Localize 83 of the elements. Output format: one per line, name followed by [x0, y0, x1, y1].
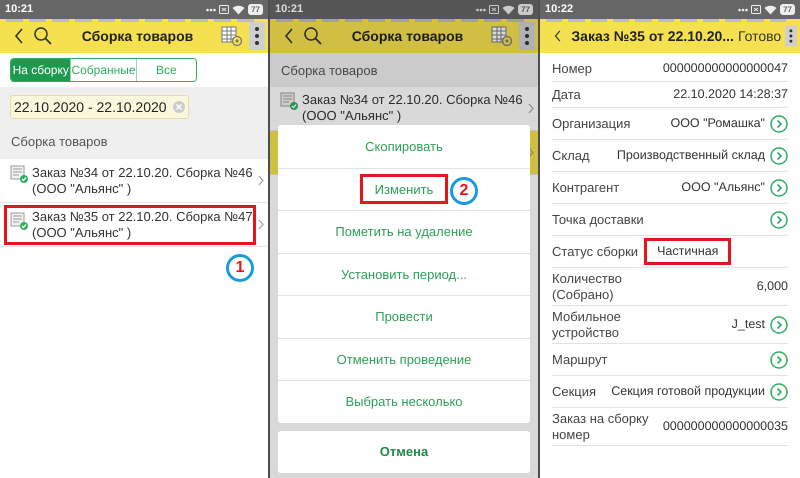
list-row[interactable]: Заказ №35 от 22.10.20. Сборка №47 (ООО "Альянс" ) [0, 203, 268, 247]
screen-title: Заказ №35 от 22.10.20... [571, 26, 734, 46]
menu-item[interactable]: Изменить [360, 174, 448, 204]
field-value: ООО "Альянс" [681, 179, 765, 196]
clock: 10:21 [5, 2, 34, 18]
field-value: 6,000 [756, 278, 788, 296]
clock: 10:22 [545, 2, 574, 18]
step-badge: 2 [450, 176, 478, 204]
field-value: J_test [732, 316, 765, 334]
menu-item[interactable]: Скопировать [361, 136, 447, 156]
document-icon [280, 92, 299, 111]
list-item-title: Заказ №35 от 22.10.20. Сборка №47 (ООО "Альянс" ) [32, 208, 253, 240]
battery-icon: 77 [780, 4, 795, 15]
clock: 10:21 [275, 2, 304, 18]
wifi-icon [764, 4, 778, 14]
chevron-icon [258, 175, 264, 186]
open-icon[interactable] [770, 178, 788, 196]
field-label: Мобильное устройство [552, 308, 622, 340]
menu-item[interactable]: Установить период... [337, 264, 471, 284]
menu-item[interactable]: Отменить проведение [332, 350, 476, 369]
more-icon[interactable] [519, 22, 535, 50]
back-icon[interactable] [14, 28, 24, 44]
field-label: Статус сборки [552, 244, 638, 260]
more-icon[interactable] [249, 22, 265, 50]
field-value: 000000000000000035 [662, 418, 788, 436]
dots-icon [206, 8, 216, 12]
open-icon[interactable] [770, 316, 788, 334]
back-icon[interactable] [284, 28, 294, 44]
field-value: 000000000000000047 [662, 60, 788, 78]
field-label: Секция [552, 384, 596, 400]
field-label: Точка доставки [552, 212, 644, 228]
table-settings-icon[interactable] [491, 25, 513, 47]
field-value: ООО "Ромашка" [670, 115, 765, 132]
cancel-button[interactable]: Отмена [278, 430, 530, 472]
table-settings-icon[interactable] [221, 25, 243, 47]
search-icon[interactable] [34, 27, 52, 45]
chevron-icon [258, 219, 264, 230]
field-label: Номер [552, 60, 592, 76]
date-range-field[interactable]: 22.10.2020 - 22.10.2020 [10, 95, 189, 119]
menu-item[interactable]: Пометить на удаление [331, 222, 477, 242]
field-label: Количество (Собрано) [552, 270, 623, 302]
screen-title: Сборка товаров [80, 26, 194, 46]
open-icon[interactable] [770, 146, 788, 164]
document-icon [10, 212, 29, 230]
done-button[interactable]: Готово [734, 26, 786, 46]
field-value: Частичная [644, 238, 732, 265]
open-icon[interactable] [770, 350, 788, 368]
wifi-icon [502, 4, 516, 14]
wifi-icon [232, 4, 246, 14]
battery-icon: 77 [248, 4, 263, 15]
filter-tab[interactable]: На сборку [11, 59, 70, 81]
list-item-title: Заказ №34 от 22.10.20. Сборка №46 (ООО "Альянс" ) [302, 92, 524, 124]
chevron-icon [528, 146, 534, 158]
filter-tab[interactable]: Собранные [70, 59, 136, 81]
field-label: Дата [552, 86, 581, 102]
screen-title: Сборка товаров [350, 26, 464, 46]
field-label: Склад [552, 148, 590, 164]
field-label: Контрагент [552, 180, 620, 196]
battery-icon: 77 [518, 4, 533, 15]
sim-icon [751, 5, 762, 14]
field-value: Секция готовой продукции [611, 383, 765, 400]
dots-icon [476, 8, 486, 12]
dots-icon [738, 8, 748, 12]
field-label: Организация [552, 116, 630, 132]
section-title: Сборка товаров [281, 62, 379, 80]
sim-icon [489, 5, 500, 14]
filter-tab[interactable]: Все [136, 59, 196, 81]
menu-item[interactable]: Провести [371, 307, 437, 326]
section-title: Сборка товаров [11, 132, 109, 151]
document-icon [10, 164, 29, 184]
search-icon[interactable] [304, 27, 322, 45]
open-icon[interactable] [770, 114, 788, 132]
field-value: Производственный склад [616, 147, 765, 164]
back-icon[interactable] [554, 28, 562, 44]
sim-icon [219, 5, 230, 14]
open-icon[interactable] [770, 382, 788, 400]
field-value: 22.10.2020 14:28:37 [673, 86, 788, 104]
chevron-icon [528, 102, 534, 114]
list-item-title: Заказ №34 от 22.10.20. Сборка №46 (ООО "Альянс" ) [32, 164, 254, 196]
open-icon[interactable] [770, 210, 788, 228]
field-label: Заказ на сборку номер [552, 410, 650, 442]
menu-item[interactable]: Выбрать несколько [341, 392, 467, 412]
field-label: Маршрут [552, 352, 608, 368]
